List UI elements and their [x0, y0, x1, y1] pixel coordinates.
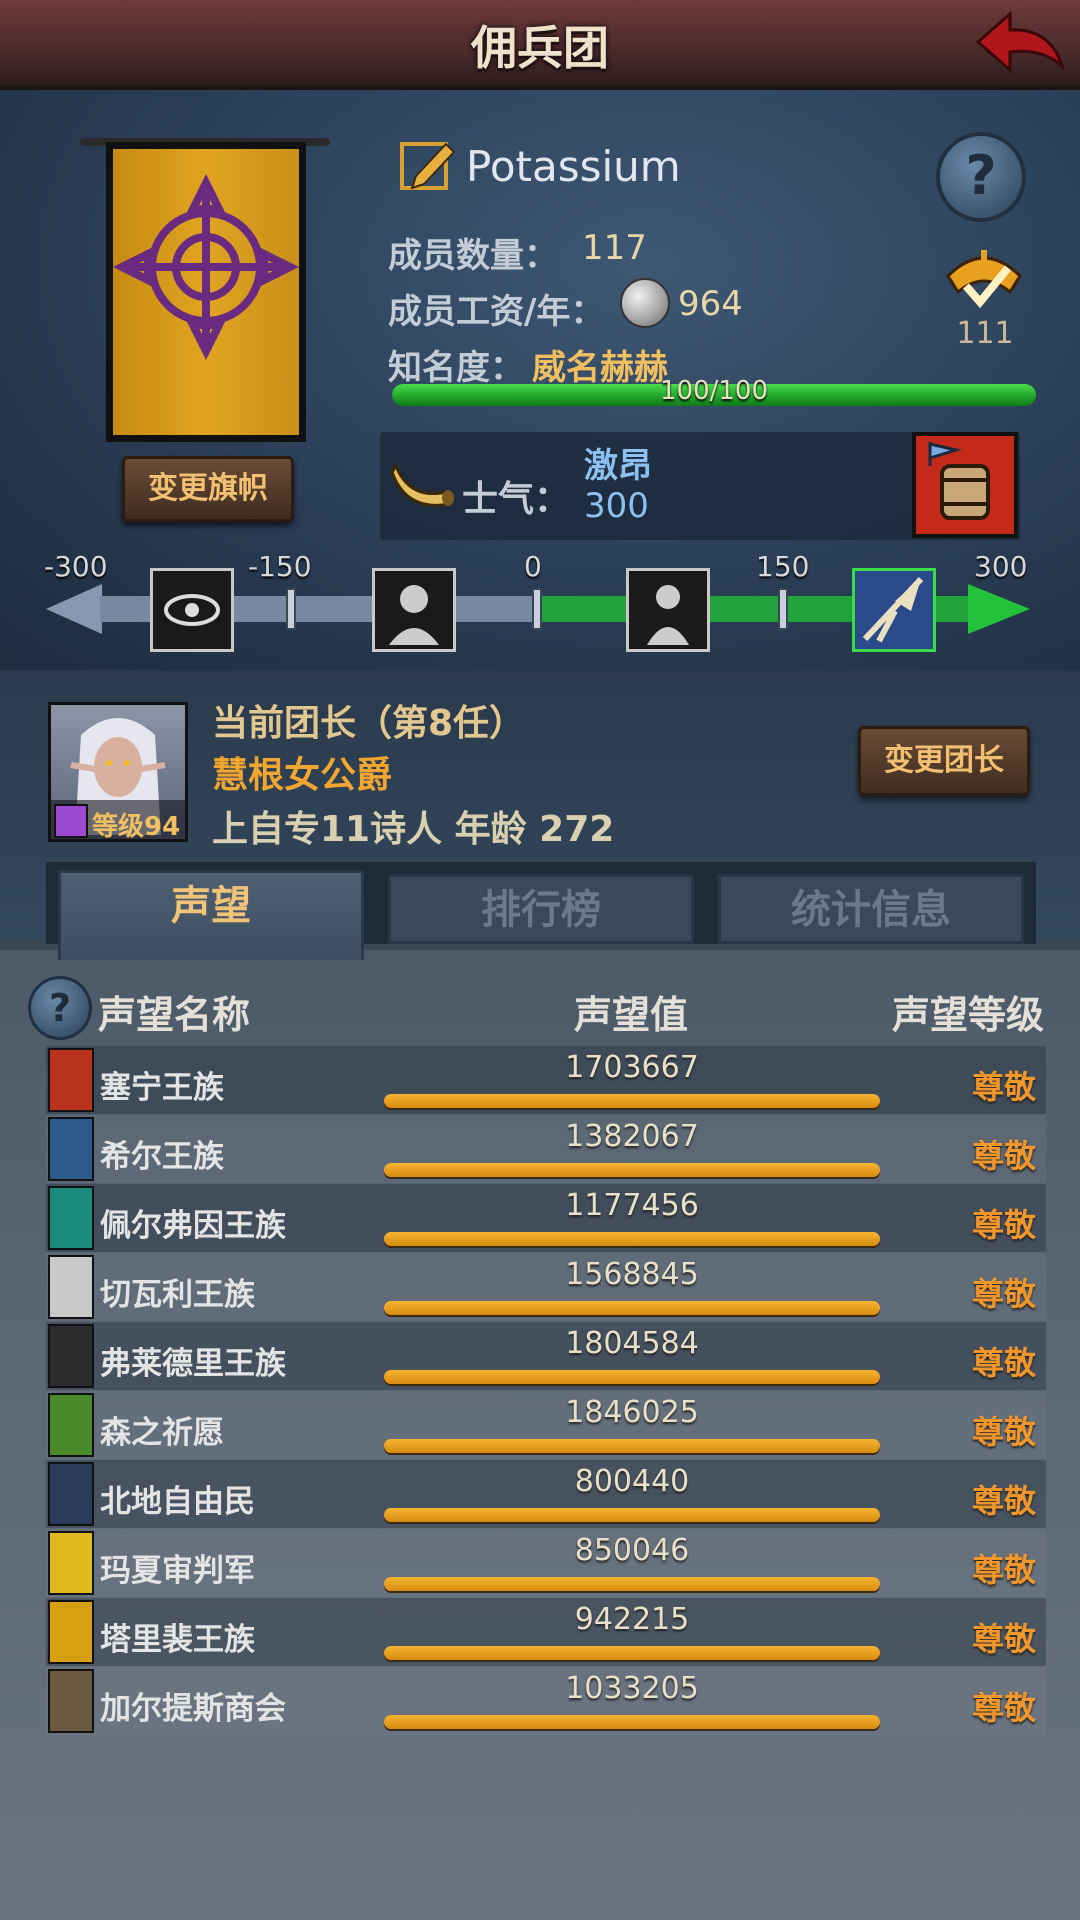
- reputation-value: 1703667: [565, 1050, 699, 1085]
- morale-scale-label: 150: [756, 550, 810, 583]
- reputation-bar: [384, 1577, 880, 1591]
- faction-shield-icon: [48, 1531, 94, 1595]
- reputation-bar: [384, 1232, 880, 1246]
- faction-shield-icon: [48, 1669, 94, 1733]
- wage-label: 成员工资/年：: [388, 292, 605, 332]
- tab-ranking[interactable]: 排行榜: [388, 874, 694, 944]
- reputation-value: 850046: [574, 1533, 690, 1568]
- reputation-bar: [384, 1646, 880, 1660]
- reputation-rank: 尊敬: [972, 1344, 1037, 1382]
- reputation-rank: 尊敬: [972, 1482, 1037, 1520]
- scale-right-arrow-icon: [968, 584, 1030, 634]
- emblem-count: 111: [956, 316, 1014, 351]
- col-header-name: 声望名称: [98, 993, 251, 1037]
- col-header-value: 声望值: [574, 993, 689, 1037]
- morale-scale-label: 0: [524, 550, 542, 583]
- faction-shield-icon: [48, 1600, 94, 1664]
- faction-name: 弗莱德里王族: [100, 1346, 286, 1382]
- help-button[interactable]: ?: [936, 132, 1026, 222]
- morale-value: 300: [584, 486, 649, 526]
- faction-shield-icon: [48, 1324, 94, 1388]
- reputation-bar: [384, 1094, 880, 1108]
- tab-reputation[interactable]: 声望: [58, 870, 364, 960]
- reputation-rank: 尊敬: [972, 1068, 1037, 1106]
- back-arrow-icon: [975, 10, 1066, 74]
- reputation-value: 1568845: [565, 1257, 699, 1292]
- faction-shield-icon: [48, 1462, 94, 1526]
- faction-shield-icon: [48, 1117, 94, 1181]
- guild-name: Potassium: [466, 142, 681, 191]
- morale-scale-label: -300: [44, 550, 108, 583]
- scale-left-arrow-icon: [46, 584, 102, 634]
- faction-name: 塞宁王族: [100, 1070, 224, 1106]
- guild-banner[interactable]: [106, 142, 306, 442]
- members-label: 成员数量：: [388, 236, 558, 276]
- change-banner-button[interactable]: 变更旗帜: [122, 456, 294, 522]
- reputation-rank: 尊敬: [972, 1689, 1037, 1727]
- reputation-value: 1177456: [565, 1188, 699, 1223]
- morale-inspired-icon[interactable]: [852, 568, 936, 652]
- banner-emblem-icon: [113, 174, 299, 360]
- faction-name: 玛夏审判军: [100, 1553, 255, 1589]
- tab-statistics[interactable]: 统计信息: [718, 874, 1024, 944]
- morale-scale-label: 300: [974, 550, 1028, 583]
- faction-name: 希尔王族: [100, 1139, 224, 1175]
- reputation-rank: 尊敬: [972, 1137, 1037, 1175]
- bard-staff-icon: [54, 804, 88, 838]
- faction-name: 塔里裴王族: [100, 1622, 255, 1658]
- scale-tick: [532, 588, 542, 630]
- silver-coin-icon: [620, 278, 670, 328]
- scale-tick: [286, 588, 296, 630]
- faction-name: 佩尔弗因王族: [100, 1208, 286, 1244]
- reputation-value: 800440: [574, 1464, 690, 1499]
- scale-tick: [778, 588, 788, 630]
- reputation-help-button[interactable]: ?: [28, 976, 92, 1040]
- wage-value: 964: [678, 284, 743, 324]
- faction-shield-icon: [48, 1393, 94, 1457]
- morale-label: 士气：: [462, 479, 571, 520]
- faction-name: 切瓦利王族: [100, 1277, 255, 1313]
- reputation-value: 1804584: [565, 1326, 699, 1361]
- morale-despair-icon[interactable]: [372, 568, 456, 652]
- morale-terrified-icon[interactable]: [150, 568, 234, 652]
- faction-shield-icon: [48, 1048, 94, 1112]
- morale-scale-label: -150: [248, 550, 312, 583]
- col-header-rank: 声望等级: [892, 993, 1045, 1037]
- reputation-bar: [384, 1163, 880, 1177]
- reputation-rank: 尊敬: [972, 1206, 1037, 1244]
- reputation-value: 1033205: [565, 1671, 699, 1706]
- reputation-value: 1382067: [565, 1119, 699, 1154]
- faction-name: 森之祈愿: [100, 1415, 224, 1451]
- reputation-value: 1846025: [565, 1395, 699, 1430]
- leader-title: 当前团长（第8任）: [212, 703, 526, 744]
- morale-word: 激昂: [584, 446, 652, 486]
- page-title: 佣兵团: [471, 21, 609, 75]
- leader-origin: 上自专11诗人 年龄 272: [212, 809, 615, 850]
- faction-name: 北地自由民: [100, 1484, 255, 1520]
- morale-calm-icon[interactable]: [626, 568, 710, 652]
- faction-shield-icon: [48, 1186, 94, 1250]
- reputation-bar: [384, 1301, 880, 1315]
- horn-icon: [390, 456, 456, 512]
- reputation-bar: [384, 1370, 880, 1384]
- reputation-value: 942215: [574, 1602, 690, 1637]
- reputation-bar: [384, 1715, 880, 1729]
- reputation-rank: 尊敬: [972, 1275, 1037, 1313]
- faction-name: 加尔提斯商会: [100, 1691, 286, 1727]
- barrel-buff-icon[interactable]: [912, 432, 1018, 538]
- change-leader-button[interactable]: 变更团长: [858, 726, 1030, 796]
- reputation-rank: 尊敬: [972, 1413, 1037, 1451]
- achievement-emblem-icon[interactable]: [938, 246, 1030, 326]
- reputation-rank: 尊敬: [972, 1620, 1037, 1658]
- leader-name: 慧根女公爵: [212, 755, 393, 796]
- edit-name-icon[interactable]: [398, 136, 458, 196]
- reputation-bar: [384, 1508, 880, 1522]
- reputation-rank: 尊敬: [972, 1551, 1037, 1589]
- back-button[interactable]: [970, 4, 1070, 84]
- fame-progress-text: 100/100: [659, 376, 768, 406]
- leader-level: 等级94: [92, 812, 181, 842]
- reputation-bar: [384, 1439, 880, 1453]
- members-value: 117: [582, 228, 647, 268]
- faction-shield-icon: [48, 1255, 94, 1319]
